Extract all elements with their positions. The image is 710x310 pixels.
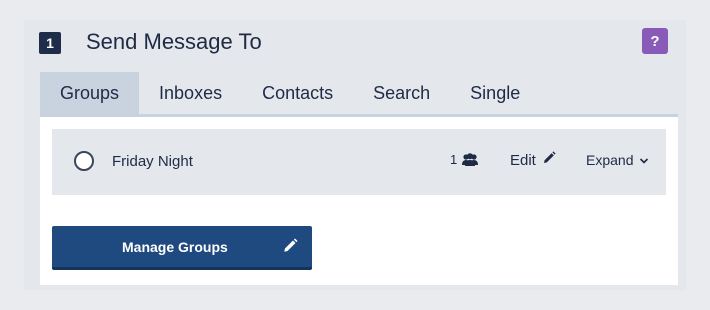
expand-label: Expand (586, 152, 634, 168)
send-message-panel: 1 Send Message To ? Groups Inboxes Conta… (24, 20, 686, 290)
tab-single[interactable]: Single (450, 72, 540, 114)
step-number-badge: 1 (39, 32, 61, 54)
users-icon (461, 152, 479, 167)
tab-search[interactable]: Search (353, 72, 450, 114)
group-row: Friday Night 1 Edit Expand (52, 129, 666, 195)
chevron-down-icon (639, 152, 649, 168)
pencil-icon (542, 151, 556, 169)
group-member-count: 1 (450, 152, 479, 167)
recipient-tabs: Groups Inboxes Contacts Search Single (40, 72, 540, 114)
tab-contacts[interactable]: Contacts (242, 72, 353, 114)
groups-tab-content: Friday Night 1 Edit Expand Manage Groups (40, 117, 678, 285)
manage-groups-label: Manage Groups (122, 239, 228, 255)
edit-label: Edit (510, 151, 536, 169)
pencil-icon (282, 238, 298, 257)
panel-title: Send Message To (86, 29, 262, 54)
edit-group-link[interactable]: Edit (510, 151, 556, 169)
help-icon[interactable]: ? (642, 28, 668, 54)
expand-group-link[interactable]: Expand (586, 152, 649, 168)
member-count-value: 1 (450, 152, 458, 167)
tab-groups[interactable]: Groups (40, 72, 140, 114)
manage-groups-button[interactable]: Manage Groups (52, 226, 312, 270)
group-select-radio[interactable] (74, 151, 94, 171)
group-name: Friday Night (112, 153, 193, 170)
tab-inboxes[interactable]: Inboxes (139, 72, 242, 114)
